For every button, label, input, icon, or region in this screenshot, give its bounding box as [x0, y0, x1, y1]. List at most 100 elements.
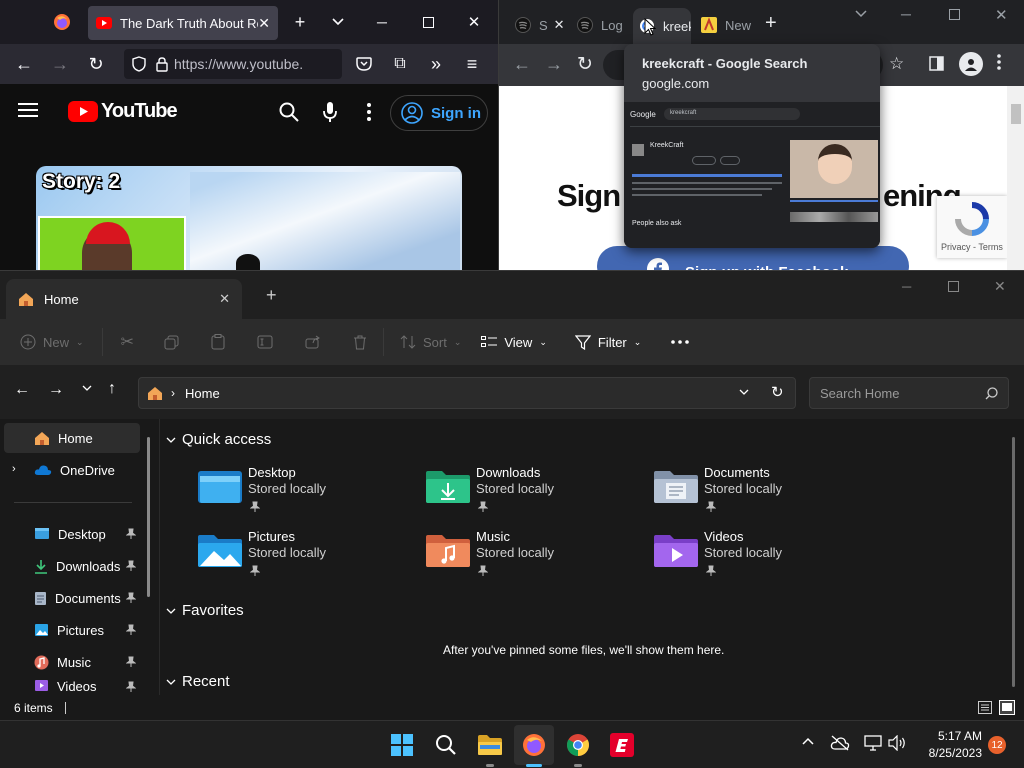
cut-button[interactable]: ✂: [121, 326, 134, 358]
overflow-button[interactable]: »: [418, 48, 454, 80]
taskbar-chrome[interactable]: [558, 725, 598, 767]
refresh-icon[interactable]: ↻: [771, 383, 784, 401]
menu-button[interactable]: ≡: [454, 48, 490, 80]
forward-button[interactable]: →: [545, 54, 563, 75]
notification-badge[interactable]: 12: [988, 736, 1006, 754]
side-panel-button[interactable]: [929, 56, 944, 71]
sidebar-item-music[interactable]: Music: [4, 647, 140, 677]
pane-divider[interactable]: [159, 419, 160, 695]
recent-header[interactable]: Recent: [166, 673, 230, 690]
sidebar-item-home[interactable]: Home: [4, 423, 140, 453]
facebook-signup-button[interactable]: Sign up with Facebook: [597, 246, 909, 270]
explorer-tab-home[interactable]: Home ✕: [6, 279, 242, 319]
network-icon[interactable]: [864, 735, 882, 751]
new-tab-button[interactable]: +: [282, 6, 318, 38]
paste-button[interactable]: [211, 326, 225, 358]
minimize-button[interactable]: ─: [901, 6, 911, 22]
chrome-tab[interactable]: Log: [571, 10, 627, 40]
close-tab-icon[interactable]: ✕: [219, 291, 230, 307]
list-tabs-button[interactable]: [320, 6, 356, 38]
volume-icon[interactable]: [888, 735, 906, 751]
filter-button[interactable]: Filter ⌄: [574, 326, 641, 358]
pin-icon[interactable]: [126, 528, 136, 540]
sidebar-item-documents[interactable]: Documents: [4, 583, 140, 613]
yt-signin-button[interactable]: Sign in: [390, 95, 488, 131]
favorites-header[interactable]: Favorites: [166, 602, 244, 619]
close-tab-icon[interactable]: ✕: [554, 17, 565, 33]
up-button[interactable]: ↑: [108, 380, 116, 398]
pin-icon[interactable]: [126, 592, 136, 604]
cloud-sync-icon[interactable]: [830, 735, 850, 751]
taskbar-file-explorer[interactable]: [470, 725, 510, 767]
see-more-button[interactable]: [671, 326, 690, 358]
video-thumbnail[interactable]: Story: 2: [36, 166, 462, 270]
minimize-button[interactable]: ─: [364, 6, 400, 38]
lock-icon[interactable]: [156, 56, 168, 72]
yt-menu-button[interactable]: [18, 102, 38, 118]
sidebar-scrollbar[interactable]: [147, 437, 150, 597]
maximize-button[interactable]: [410, 6, 446, 38]
close-window-button[interactable]: ✕: [456, 6, 492, 38]
chrome-menu-button[interactable]: [997, 54, 1001, 70]
yt-search-button[interactable]: [279, 102, 299, 122]
address-bar[interactable]: › Home ↻: [138, 377, 796, 409]
new-button[interactable]: New ⌄: [20, 326, 84, 358]
reload-button[interactable]: ↻: [78, 48, 114, 80]
quick-access-header[interactable]: Quick access: [166, 431, 271, 448]
share-button[interactable]: [305, 326, 321, 358]
new-tab-button[interactable]: +: [266, 285, 277, 306]
firefox-pinned-tab[interactable]: [44, 6, 80, 38]
sort-button[interactable]: Sort ⌄: [400, 326, 461, 358]
reload-button[interactable]: ↻: [577, 53, 593, 76]
qa-tile-music[interactable]: Music Stored locally: [426, 529, 646, 585]
yt-voice-button[interactable]: [323, 101, 337, 123]
recent-locations-button[interactable]: [82, 385, 92, 391]
back-button[interactable]: ←: [513, 54, 531, 75]
sidebar-item-pictures[interactable]: Pictures: [4, 615, 140, 645]
close-window-button[interactable]: ✕: [995, 6, 1008, 24]
back-button[interactable]: ←: [6, 48, 42, 80]
qa-tile-documents[interactable]: Documents Stored locally: [654, 465, 874, 521]
minimize-button[interactable]: ─: [902, 279, 911, 294]
bookmark-button[interactable]: ☆: [889, 54, 904, 74]
copy-button[interactable]: [164, 326, 179, 358]
taskbar-firefox[interactable]: [514, 725, 554, 767]
chrome-tab[interactable]: S ✕: [509, 10, 565, 40]
start-button[interactable]: [382, 725, 422, 765]
main-scrollbar[interactable]: [1012, 437, 1015, 687]
sidebar-item-onedrive[interactable]: OneDrive: [4, 455, 140, 485]
show-hidden-icons[interactable]: [802, 737, 814, 745]
tiles-view-icon[interactable]: [999, 700, 1015, 715]
address-dropdown-icon[interactable]: [739, 389, 749, 395]
view-button[interactable]: View ⌄: [481, 326, 547, 358]
maximize-button[interactable]: [949, 9, 960, 20]
sidebar-item-desktop[interactable]: Desktop: [4, 519, 140, 549]
new-tab-button[interactable]: +: [765, 12, 777, 35]
close-tab-icon[interactable]: ✕: [258, 15, 270, 32]
chrome-scrollbar[interactable]: [1007, 86, 1024, 270]
qa-tile-pictures[interactable]: Pictures Stored locally: [198, 529, 418, 585]
pin-icon[interactable]: [126, 624, 136, 636]
qa-tile-videos[interactable]: Videos Stored locally: [654, 529, 874, 585]
recaptcha-badge[interactable]: Privacy - Terms: [937, 196, 1007, 258]
firefox-urlbar[interactable]: https://www.youtube.com: [124, 49, 342, 79]
forward-button[interactable]: →: [42, 48, 78, 80]
search-input[interactable]: Search Home: [809, 377, 1009, 409]
pocket-button[interactable]: [346, 48, 382, 80]
maximize-button[interactable]: [948, 281, 959, 292]
search-button[interactable]: [426, 725, 466, 765]
chrome-tab-active[interactable]: kreek: [633, 8, 691, 44]
sidebar-item-downloads[interactable]: Downloads: [4, 551, 140, 581]
extensions-button[interactable]: ⧉: [382, 48, 418, 80]
details-view-icon[interactable]: [978, 701, 992, 714]
chrome-tab[interactable]: New: [695, 10, 751, 40]
tab-search-button[interactable]: [855, 10, 867, 18]
youtube-logo[interactable]: YouTube: [68, 100, 178, 123]
back-button[interactable]: ←: [14, 381, 30, 399]
firefox-tab-active[interactable]: The Dark Truth About Roblox ✕: [88, 6, 278, 40]
forward-button[interactable]: →: [48, 381, 64, 399]
clock[interactable]: 5:17 AM 8/25/2023: [916, 729, 982, 760]
profile-button[interactable]: [959, 52, 983, 76]
qa-tile-desktop[interactable]: Desktop Stored locally: [198, 465, 418, 521]
qa-tile-downloads[interactable]: Downloads Stored locally: [426, 465, 646, 521]
